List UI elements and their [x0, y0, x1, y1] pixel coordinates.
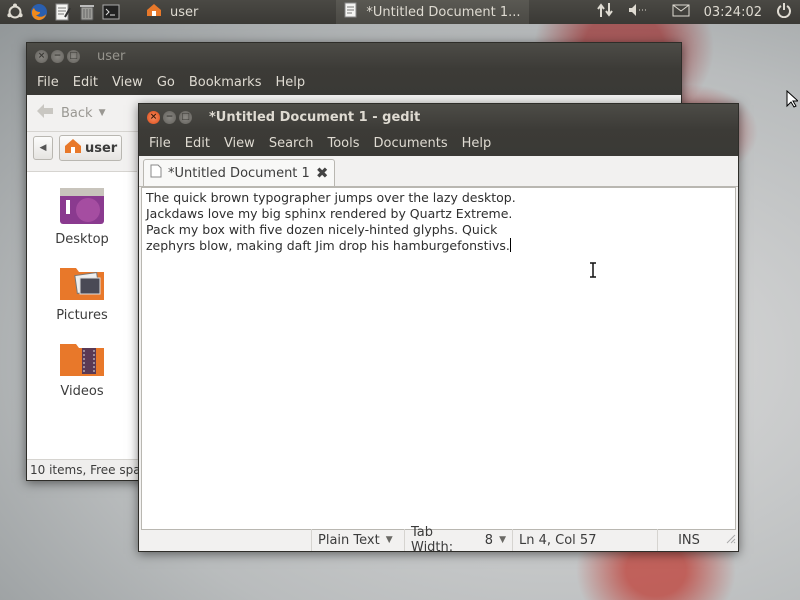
text-cursor-icon [590, 262, 596, 278]
tab-untitled-document[interactable]: *Untitled Document 1 ✖ [143, 159, 336, 186]
menu-edit[interactable]: Edit [178, 136, 217, 151]
document-icon [344, 2, 358, 22]
location-button-user[interactable]: user [59, 135, 123, 161]
maximize-button[interactable]: □ [179, 110, 192, 124]
mouse-pointer-icon [786, 89, 800, 112]
menu-file[interactable]: File [30, 75, 66, 90]
menu-tools[interactable]: Tools [320, 136, 366, 151]
clock[interactable]: 03:24:02 [704, 5, 762, 20]
gedit-titlebar[interactable]: × − □ *Untitled Document 1 - gedit [139, 104, 738, 130]
window-title: user [97, 48, 126, 64]
tab-width-selector[interactable]: Tab Width: 8 ▼ [404, 525, 512, 555]
insert-mode: INS [657, 529, 720, 551]
location-label: user [85, 140, 118, 156]
desktop-folder-icon [58, 188, 106, 230]
pictures-folder-icon [58, 268, 106, 306]
chevron-left-icon: ◀ [39, 143, 47, 153]
menu-edit[interactable]: Edit [66, 75, 105, 90]
resize-grip-icon[interactable] [726, 533, 736, 548]
document-text: The quick brown typographer jumps over t… [146, 190, 516, 253]
ubuntu-logo-icon[interactable] [6, 3, 24, 21]
taskbar-item-gedit[interactable]: *Untitled Document 1... [336, 0, 529, 24]
file-manager-menubar: File Edit View Go Bookmarks Help [27, 69, 681, 95]
gedit-menubar: File Edit View Search Tools Documents He… [139, 130, 738, 156]
back-arrow-icon [35, 103, 55, 123]
document-tabs: *Untitled Document 1 ✖ [139, 156, 738, 187]
menu-help[interactable]: Help [268, 75, 312, 90]
close-button[interactable]: × [35, 49, 48, 63]
menu-view[interactable]: View [105, 75, 150, 90]
taskbar-item-files[interactable]: user [138, 0, 206, 24]
file-item-label: Pictures [56, 308, 108, 323]
home-folder-icon [64, 138, 82, 158]
tab-width-label: Tab Width: [411, 525, 454, 555]
file-item-label: Videos [60, 384, 104, 399]
tab-width-value: 8 [484, 532, 494, 548]
file-item-desktop[interactable]: Desktop [27, 186, 137, 247]
window-title: *Untitled Document 1 - gedit [209, 109, 421, 125]
home-folder-icon [146, 3, 162, 21]
document-icon [150, 164, 162, 182]
menu-go[interactable]: Go [150, 75, 182, 90]
file-manager-statusbar: 10 items, Free space [27, 459, 140, 480]
file-icon-view: Desktop Pictures Videos [27, 171, 137, 460]
close-icon[interactable]: ✖ [316, 164, 329, 182]
chevron-down-icon: ▼ [499, 535, 506, 545]
menu-documents[interactable]: Documents [367, 136, 455, 151]
minimize-button[interactable]: − [51, 49, 64, 63]
trash-icon[interactable] [78, 3, 96, 21]
cursor-position: Ln 4, Col 57 [512, 529, 657, 551]
network-icon[interactable] [596, 2, 614, 22]
minimize-button[interactable]: − [163, 110, 176, 124]
text-caret [509, 238, 511, 252]
text-editor-area[interactable]: The quick brown typographer jumps over t… [141, 187, 736, 530]
file-item-label: Desktop [55, 232, 109, 247]
menu-search[interactable]: Search [262, 136, 321, 151]
mail-icon[interactable] [672, 4, 690, 21]
maximize-button[interactable]: □ [67, 49, 80, 63]
indicator-area: 03:24:02 [596, 2, 800, 22]
videos-folder-icon [58, 344, 106, 382]
menu-view[interactable]: View [217, 136, 262, 151]
back-button[interactable]: Back [61, 106, 93, 121]
volume-icon[interactable] [628, 3, 648, 21]
cursor-position-label: Ln 4, Col 57 [519, 532, 597, 548]
insert-mode-label: INS [678, 532, 700, 548]
terminal-icon[interactable] [102, 3, 120, 21]
location-toggle-button[interactable]: ◀ [33, 136, 53, 160]
taskbar-item-label: *Untitled Document 1... [366, 4, 521, 20]
gedit-window: × − □ *Untitled Document 1 - gedit File … [138, 103, 739, 555]
file-manager-titlebar[interactable]: × − □ user [27, 43, 681, 69]
chevron-down-icon[interactable]: ▼ [99, 108, 106, 118]
file-item-pictures[interactable]: Pictures [27, 262, 137, 323]
menu-file[interactable]: File [142, 136, 178, 151]
power-icon[interactable] [776, 2, 792, 22]
menu-help[interactable]: Help [455, 136, 499, 151]
chevron-down-icon: ▼ [385, 535, 393, 545]
language-label: Plain Text [318, 532, 380, 548]
taskbar-item-label: user [170, 4, 199, 20]
close-button[interactable]: × [147, 110, 160, 124]
menu-bookmarks[interactable]: Bookmarks [182, 75, 269, 90]
firefox-icon[interactable] [30, 3, 48, 21]
top-panel: user *Untitled Document 1... 03:24:02 [0, 0, 800, 24]
gedit-statusbar: Plain Text ▼ Tab Width: 8 ▼ Ln 4, Col 57… [139, 525, 738, 555]
text-editor-icon[interactable] [54, 3, 72, 21]
language-selector[interactable]: Plain Text ▼ [311, 529, 404, 551]
tab-label: *Untitled Document 1 [168, 165, 310, 181]
file-item-videos[interactable]: Videos [27, 338, 137, 399]
